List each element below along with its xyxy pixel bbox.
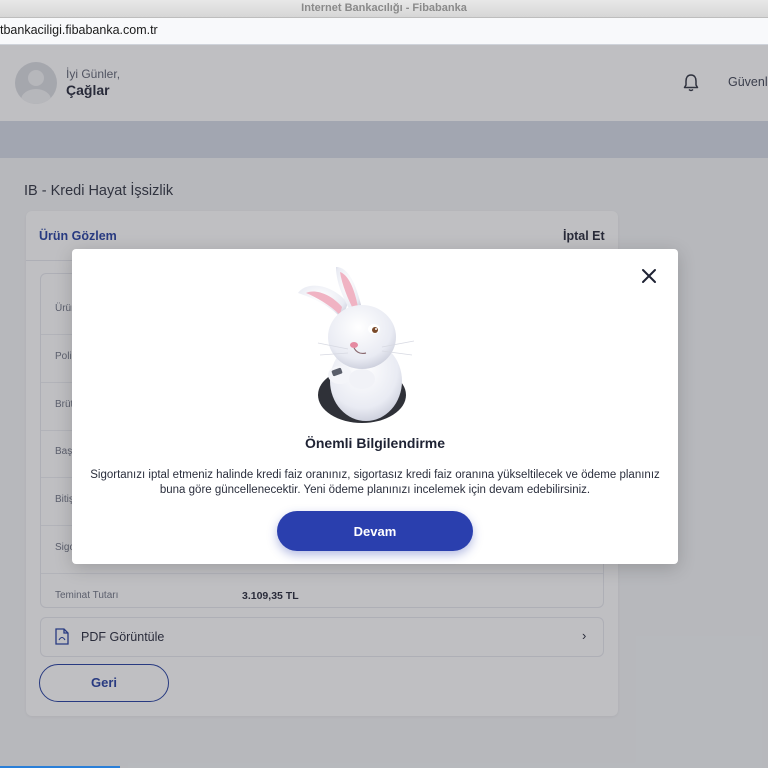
window-title: Internet Bankacılığı - Fibabanka [301,2,467,14]
address-url[interactable]: tbankaciligi.fibabanka.com.tr [0,23,158,37]
rabbit-mascot-image [298,267,415,423]
address-bar[interactable]: tbankaciligi.fibabanka.com.tr [0,18,768,45]
continue-button[interactable]: Devam [277,511,473,551]
close-icon[interactable] [639,266,659,286]
window-title-bar: Internet Bankacılığı - Fibabanka [0,0,768,18]
info-modal: Önemli Bilgilendirme Sigortanızı iptal e… [72,249,678,564]
modal-message: Sigortanızı iptal etmeniz halinde kredi … [90,469,660,496]
modal-title: Önemli Bilgilendirme [304,435,446,451]
